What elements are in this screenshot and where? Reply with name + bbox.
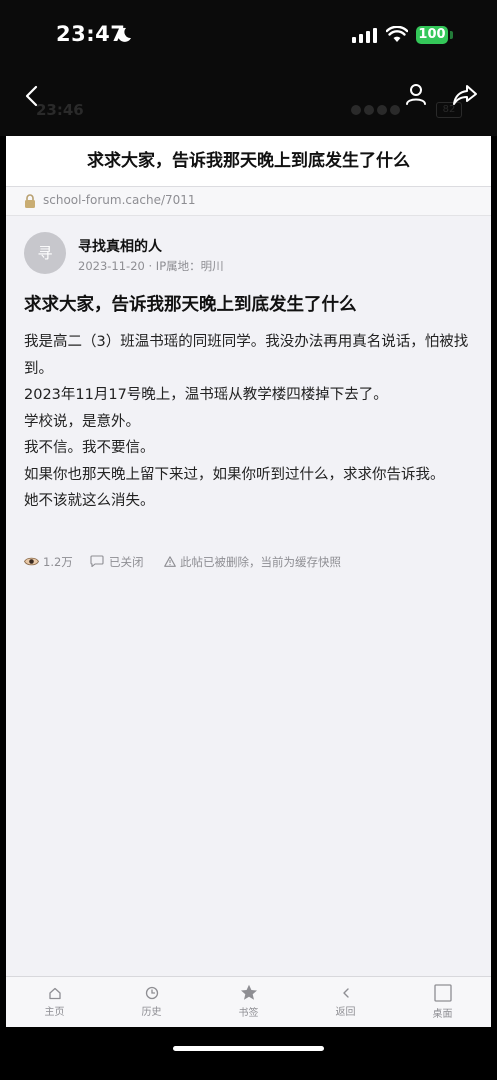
tab-label: 返回 — [335, 1007, 356, 1018]
view-count: 1.2万 — [24, 554, 73, 570]
tab-label: 主页 — [44, 1007, 65, 1018]
cellular-signal-icon — [352, 28, 377, 43]
ghost-signal-icon — [351, 105, 400, 115]
status-time: 23:47 — [56, 22, 126, 46]
eye-icon — [24, 557, 39, 566]
star-icon — [240, 984, 257, 1000]
app-header: 23:46 82 — [0, 70, 497, 136]
user-icon[interactable] — [404, 82, 428, 106]
post-paragraph: 我是高二（3）班温书瑶的同班同学。我没办法再用真名说话，怕被找到。 — [24, 334, 469, 377]
tab-home[interactable]: 主页 — [6, 977, 103, 1027]
moon-icon — [117, 27, 131, 42]
post-stats: 1.2万 已关闭 此帖已被删除，当前为缓存快照 — [24, 554, 484, 572]
post-title: 求求大家，告诉我那天晚上到底发生了什么 — [24, 295, 357, 315]
tab-label: 桌面 — [432, 1009, 453, 1020]
tab-bookmarks[interactable]: 书签 — [200, 977, 297, 1027]
tab-desktop[interactable]: 桌面 — [394, 977, 491, 1027]
post-paragraph: 她不该就这么消失。 — [24, 493, 155, 509]
post-paragraph: 如果你也那天晚上留下来过，如果你听到过什么，求求你告诉我。 — [24, 466, 445, 483]
post-body: 我是高二（3）班温书瑶的同班同学。我没办法再用真名说话，怕被找到。 2023年1… — [24, 329, 476, 515]
deleted-notice-text: 此帖已被删除，当前为缓存快照 — [180, 555, 341, 569]
status-bar: 23:47 100 — [0, 0, 497, 70]
lock-icon — [25, 194, 35, 208]
post-paragraph: 2023年11月17号晚上，温书瑶从教学楼四楼掉下去了。 — [24, 387, 388, 403]
page-title: 求求大家，告诉我那天晚上到底发生了什么 — [6, 136, 491, 187]
deleted-notice: 此帖已被删除，当前为缓存快照 — [164, 554, 341, 570]
battery-indicator: 100 — [416, 26, 448, 44]
home-indicator[interactable] — [173, 1046, 324, 1051]
author-name[interactable]: 寻找真相的人 — [78, 236, 162, 256]
home-icon — [48, 987, 61, 1000]
tab-back[interactable]: 返回 — [297, 977, 394, 1027]
avatar[interactable]: 寻 — [24, 232, 66, 274]
post-meta: 2023-11-20 · IP属地：明川 — [78, 259, 224, 273]
comments-status: 已关闭 — [90, 554, 144, 570]
webview: 求求大家，告诉我那天晚上到底发生了什么 school-forum.cache/7… — [6, 136, 491, 1027]
comments-status-text: 已关闭 — [109, 555, 144, 569]
post-paragraph: 学校说，是意外。 — [24, 413, 140, 430]
back-icon — [342, 988, 349, 998]
tab-bar: 主页 历史 书签 返回 桌面 — [6, 976, 491, 1027]
tab-label: 历史 — [141, 1007, 162, 1018]
desktop-icon — [433, 984, 452, 1002]
home-bar-area — [0, 1027, 497, 1080]
url-bar[interactable]: school-forum.cache/7011 — [6, 187, 491, 216]
share-icon[interactable] — [452, 83, 478, 107]
battery-tip — [450, 31, 453, 39]
history-icon — [145, 986, 158, 1000]
comment-icon — [90, 555, 104, 568]
ghost-status-time: 23:46 — [36, 101, 84, 119]
warning-icon — [164, 556, 176, 567]
tab-label: 书签 — [238, 1008, 259, 1019]
url-text: school-forum.cache/7011 — [43, 193, 196, 207]
view-count-text: 1.2万 — [43, 555, 73, 569]
post-paragraph: 我不信。我不要信。 — [24, 440, 155, 456]
tab-history[interactable]: 历史 — [103, 977, 200, 1027]
wifi-icon — [386, 26, 408, 42]
